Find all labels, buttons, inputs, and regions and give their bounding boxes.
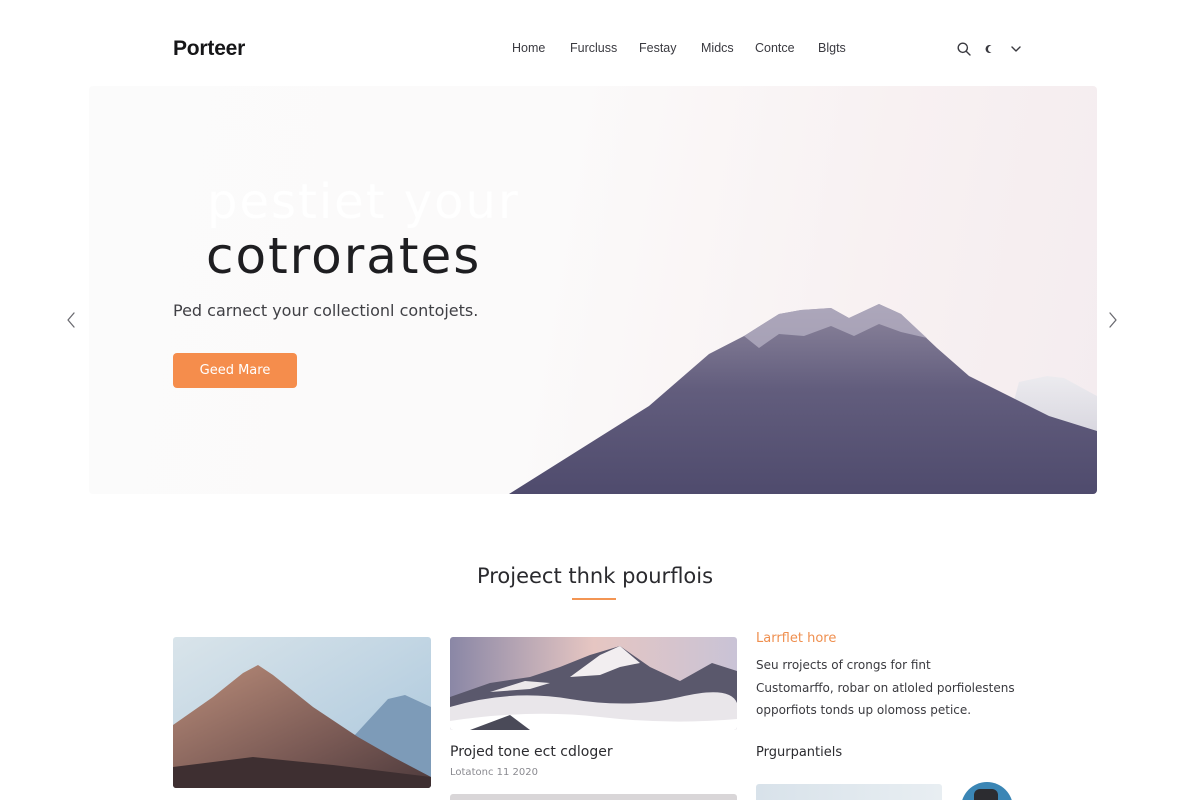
project-card-image-3[interactable] — [450, 794, 737, 800]
hero-subtitle: Ped carnect your collectionl contojets. — [173, 301, 479, 320]
site-header: Porteer Home Furcluss Festay Midcs Contc… — [0, 0, 1200, 96]
nav-item-contce[interactable]: Contce — [755, 41, 795, 55]
carousel-next-icon[interactable] — [1106, 311, 1120, 329]
chevron-down-icon[interactable] — [1008, 41, 1024, 57]
side-text-line-1: Seu rrojects of crongs for fint — [756, 658, 931, 672]
moon-icon[interactable] — [982, 41, 998, 57]
section-title: Projeect thnk pourflois — [476, 564, 714, 588]
nav-item-home[interactable]: Home — [512, 41, 545, 55]
hero-slide: pestiet your cotrorates Ped carnect your… — [89, 86, 1097, 494]
nav-item-midcs[interactable]: Midcs — [701, 41, 734, 55]
hero-faded-heading: pestiet your — [207, 174, 520, 230]
project-card-image-2[interactable] — [450, 637, 737, 730]
mountain-illustration — [509, 304, 1097, 494]
header-actions — [956, 40, 1024, 58]
side-thumbnail[interactable] — [756, 784, 942, 800]
mountain-photo-1 — [173, 637, 431, 788]
side-text-line-3: opporfiots tonds up olomoss petice. — [756, 703, 972, 717]
hero-title: cotrorates — [206, 227, 482, 285]
carousel-prev-icon[interactable] — [64, 311, 78, 329]
avatar[interactable] — [961, 782, 1013, 800]
project-card-title[interactable]: Projed tone ect cdloger — [450, 744, 613, 760]
project-card-image-1[interactable] — [173, 637, 431, 788]
search-icon[interactable] — [956, 41, 972, 57]
mountain-photo-2 — [450, 637, 737, 730]
hero-cta-button[interactable]: Geed Mare — [173, 353, 297, 388]
avatar-figure — [974, 789, 998, 800]
nav-item-furcluss[interactable]: Furcluss — [570, 41, 617, 55]
project-card-meta: Lotatonc 11 2020 — [450, 767, 538, 778]
nav-item-blgts[interactable]: Blgts — [818, 41, 846, 55]
nav-item-festay[interactable]: Festay — [639, 41, 677, 55]
side-heading[interactable]: Larrflet hore — [756, 631, 836, 646]
section-title-underline — [572, 598, 616, 600]
side-text-line-2: Customarffo, robar on atloled porfiolest… — [756, 681, 1015, 695]
side-subheading: Prgurpantiels — [756, 745, 843, 760]
